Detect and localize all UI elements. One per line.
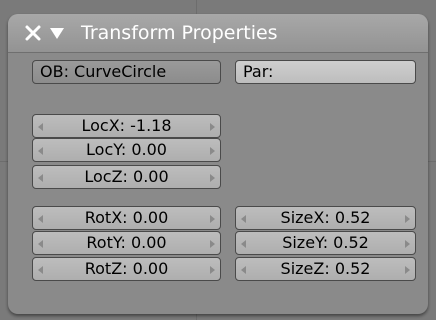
object-name-field[interactable]: OB: CurveCircle	[32, 60, 221, 84]
transform-properties-panel: Transform Properties OB: CurveCircle Par…	[8, 14, 428, 314]
left-arrow-icon[interactable]	[241, 266, 246, 274]
size-y-label: SizeY: 0.52	[282, 233, 369, 252]
left-arrow-icon[interactable]	[38, 266, 43, 274]
right-arrow-icon[interactable]	[210, 266, 215, 274]
rot-y-label: RotY: 0.00	[86, 233, 167, 252]
size-x-field[interactable]: SizeX: 0.52	[235, 206, 416, 230]
right-arrow-icon[interactable]	[210, 215, 215, 223]
right-arrow-icon[interactable]	[210, 123, 215, 131]
loc-x-field[interactable]: LocX: -1.18	[32, 114, 221, 138]
left-arrow-icon[interactable]	[38, 147, 43, 155]
rot-y-field[interactable]: RotY: 0.00	[32, 231, 221, 255]
loc-y-label: LocY: 0.00	[86, 140, 167, 159]
left-arrow-icon[interactable]	[38, 174, 43, 182]
left-arrow-icon[interactable]	[241, 215, 246, 223]
rot-x-label: RotX: 0.00	[84, 208, 169, 227]
right-arrow-icon[interactable]	[405, 215, 410, 223]
rot-z-field[interactable]: RotZ: 0.00	[32, 257, 221, 281]
right-arrow-icon[interactable]	[210, 174, 215, 182]
left-arrow-icon[interactable]	[241, 240, 246, 248]
loc-y-field[interactable]: LocY: 0.00	[32, 138, 221, 162]
size-z-field[interactable]: SizeZ: 0.52	[235, 257, 416, 281]
right-arrow-icon[interactable]	[405, 266, 410, 274]
left-arrow-icon[interactable]	[38, 240, 43, 248]
rot-x-field[interactable]: RotX: 0.00	[32, 206, 221, 230]
panel-title: Transform Properties	[81, 22, 278, 44]
left-arrow-icon[interactable]	[38, 215, 43, 223]
close-icon[interactable]	[23, 23, 43, 43]
right-arrow-icon[interactable]	[210, 147, 215, 155]
collapse-triangle-icon[interactable]	[48, 25, 66, 41]
parent-field[interactable]: Par:	[235, 60, 416, 84]
loc-z-label: LocZ: 0.00	[84, 167, 169, 186]
size-y-field[interactable]: SizeY: 0.52	[235, 231, 416, 255]
left-arrow-icon[interactable]	[38, 123, 43, 131]
size-x-label: SizeX: 0.52	[280, 208, 371, 227]
loc-z-field[interactable]: LocZ: 0.00	[32, 165, 221, 189]
rot-z-label: RotZ: 0.00	[84, 259, 169, 278]
loc-x-label: LocX: -1.18	[81, 116, 172, 135]
right-arrow-icon[interactable]	[405, 240, 410, 248]
size-z-label: SizeZ: 0.52	[280, 259, 371, 278]
panel-header[interactable]: Transform Properties	[8, 14, 428, 53]
right-arrow-icon[interactable]	[210, 240, 215, 248]
